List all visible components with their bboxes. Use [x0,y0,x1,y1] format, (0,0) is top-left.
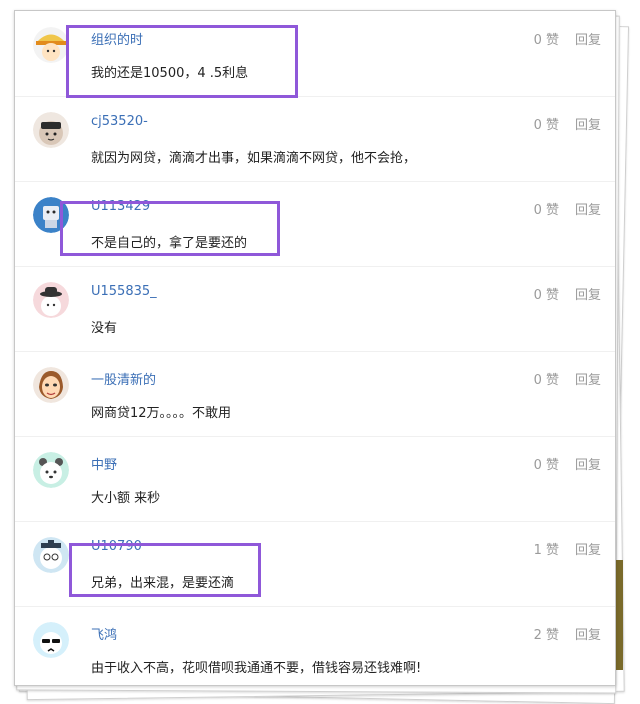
like-count[interactable]: 0 赞 [534,369,559,388]
robot-toy-avatar-icon[interactable] [33,197,69,233]
reply-button[interactable]: 回复 [575,284,601,303]
comment-item: U113429 不是自己的，拿了是要还的 0 赞 回复 [15,181,615,267]
comment-item: cj53520- 就因为网贷，滴滴才出事，如果滴滴不网贷，他不会抢， 0 赞 回… [15,96,615,182]
glasses-bear-avatar-icon[interactable] [33,537,69,573]
reply-button[interactable]: 回复 [575,114,601,133]
comment-list-panel: 组织的时 我的还是10500，4 .5利息 0 赞 回复 cj53520- 就因… [14,10,616,686]
comment-username[interactable]: 中野 [91,454,117,473]
reply-button[interactable]: 回复 [575,624,601,643]
like-count[interactable]: 0 赞 [534,199,559,218]
reply-button[interactable]: 回复 [575,369,601,388]
comment-text: 由于收入不高，花呗借呗我通通不要，借钱容易还钱难啊! [91,661,422,676]
teal-bear-avatar-icon[interactable] [33,452,69,488]
like-count[interactable]: 1 赞 [534,539,559,558]
pilot-cat-avatar-icon[interactable] [33,112,69,148]
comment-username[interactable]: cj53520- [91,114,148,129]
comment-text: 不是自己的，拿了是要还的 [91,236,248,251]
reply-button[interactable]: 回复 [575,199,601,218]
like-count[interactable]: 0 赞 [534,29,559,48]
like-count[interactable]: 2 赞 [534,624,559,643]
comment-item: 组织的时 我的还是10500，4 .5利息 0 赞 回复 [15,11,615,97]
comment-item: 中野 大小额 来秒 0 赞 回复 [15,436,615,522]
reply-button[interactable]: 回复 [575,539,601,558]
comment-text: 兄弟，出来混，是要还滴 [91,576,235,591]
comment-text: 没有 [91,321,118,336]
comment-text: 网商贷12万。。。。不敢用 [91,406,232,421]
comment-item: 一股清新的 网商贷12万。。。。不敢用 0 赞 回复 [15,351,615,437]
comment-username[interactable]: U155835_ [91,284,157,299]
comment-username[interactable]: 一股清新的 [91,369,156,388]
like-count[interactable]: 0 赞 [534,114,559,133]
comment-text: 大小额 来秒 [91,491,161,506]
like-count[interactable]: 0 赞 [534,454,559,473]
comment-text: 我的还是10500，4 .5利息 [91,66,249,81]
comment-username[interactable]: U10790 [91,539,142,554]
comment-username[interactable]: 飞鸿 [91,624,117,643]
reply-button[interactable]: 回复 [575,29,601,48]
bowler-hat-bear-avatar-icon[interactable] [33,282,69,318]
comment-username[interactable]: 组织的时 [91,29,143,48]
cartoon-woman-avatar-icon[interactable] [33,367,69,403]
comment-item: U10790 兄弟，出来混，是要还滴 1 赞 回复 [15,521,615,607]
comment-text: 就因为网贷，滴滴才出事，如果滴滴不网贷，他不会抢， [91,151,417,166]
comment-username[interactable]: U113429 [91,199,150,214]
comment-item: 飞鸿 由于收入不高，花呗借呗我通通不要，借钱容易还钱难啊! 2 赞 回复 [15,606,615,685]
like-count[interactable]: 0 赞 [534,284,559,303]
comment-item: U155835_ 没有 0 赞 回复 [15,266,615,352]
sunglasses-bear-avatar-icon[interactable] [33,622,69,658]
anime-hat-avatar-icon[interactable] [33,27,69,63]
reply-button[interactable]: 回复 [575,454,601,473]
